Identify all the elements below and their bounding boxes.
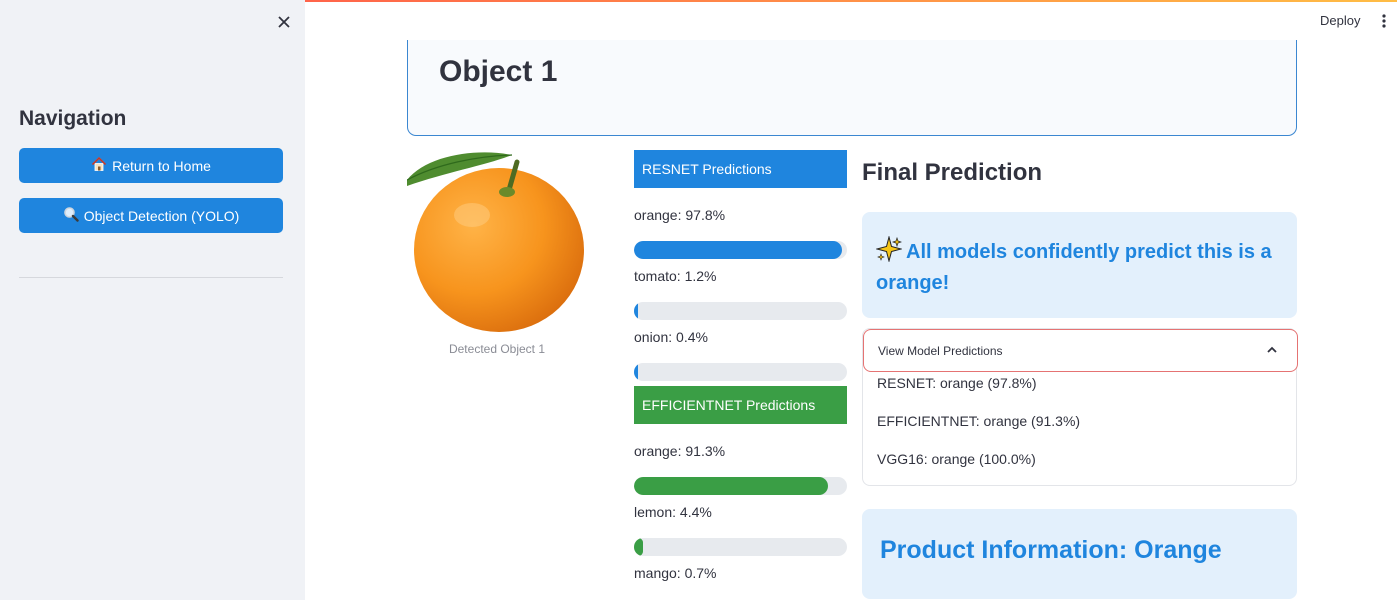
product-information-title: Product Information: Orange <box>880 536 1222 564</box>
efficientnet-prediction-3-label: mango: 0.7% <box>634 565 717 581</box>
resnet-prediction-2-bar <box>634 302 847 320</box>
model-predictions-expander: View Model Predictions RESNET: orange (9… <box>862 328 1298 486</box>
expander-label: View Model Predictions <box>878 343 1003 358</box>
main-menu-icon[interactable] <box>1378 12 1390 30</box>
confidence-message: All models confidently predict this is a… <box>876 241 1272 294</box>
efficientnet-predictions-header: EFFICIENTNET Predictions <box>634 386 847 424</box>
model-result-vgg16: VGG16: orange (100.0%) <box>877 451 1036 467</box>
object-detection-button[interactable]: Object Detection (YOLO) <box>19 198 283 233</box>
sparkle-icon <box>875 235 903 270</box>
chevron-up-icon <box>1265 343 1279 357</box>
sidebar: Navigation Return to Home Object Detecti… <box>0 0 305 600</box>
resnet-prediction-2-label: tomato: 1.2% <box>634 268 717 284</box>
object-title: Object 1 <box>439 55 558 88</box>
model-result-resnet: RESNET: orange (97.8%) <box>877 375 1037 391</box>
object-detection-label: Object Detection (YOLO) <box>83 207 240 224</box>
resnet-prediction-1-bar <box>634 241 847 259</box>
resnet-predictions-header: RESNET Predictions <box>634 150 847 188</box>
object-heading-card: Object 1 <box>407 40 1297 136</box>
efficientnet-prediction-1-label: orange: 91.3% <box>634 443 726 459</box>
detected-object-image <box>407 150 587 332</box>
final-prediction-title: Final Prediction <box>862 159 1043 186</box>
efficientnet-prediction-2-label: lemon: 4.4% <box>634 504 712 520</box>
efficientnet-prediction-1-bar <box>634 477 847 495</box>
return-home-button[interactable]: Return to Home <box>19 148 283 183</box>
close-sidebar-icon[interactable] <box>272 10 296 34</box>
resnet-prediction-1-label: orange: 97.8% <box>634 207 726 223</box>
confidence-alert: All models confidently predict this is a… <box>862 212 1297 318</box>
product-information-box: Product Information: Orange <box>862 509 1297 599</box>
sidebar-divider <box>19 277 283 278</box>
resnet-prediction-3-label: onion: 0.4% <box>634 329 708 345</box>
return-home-label: Return to Home <box>112 157 211 174</box>
model-result-efficientnet: EFFICIENTNET: orange (91.3%) <box>877 413 1081 429</box>
image-caption: Detected Object 1 <box>448 342 546 356</box>
sidebar-title: Navigation <box>19 107 127 130</box>
home-icon <box>91 156 107 175</box>
deploy-button[interactable]: Deploy <box>1320 13 1360 28</box>
view-model-predictions-toggle[interactable]: View Model Predictions <box>863 329 1298 372</box>
resnet-prediction-3-bar <box>634 363 847 381</box>
efficientnet-prediction-2-bar <box>634 538 847 556</box>
magnifier-icon <box>63 206 79 225</box>
